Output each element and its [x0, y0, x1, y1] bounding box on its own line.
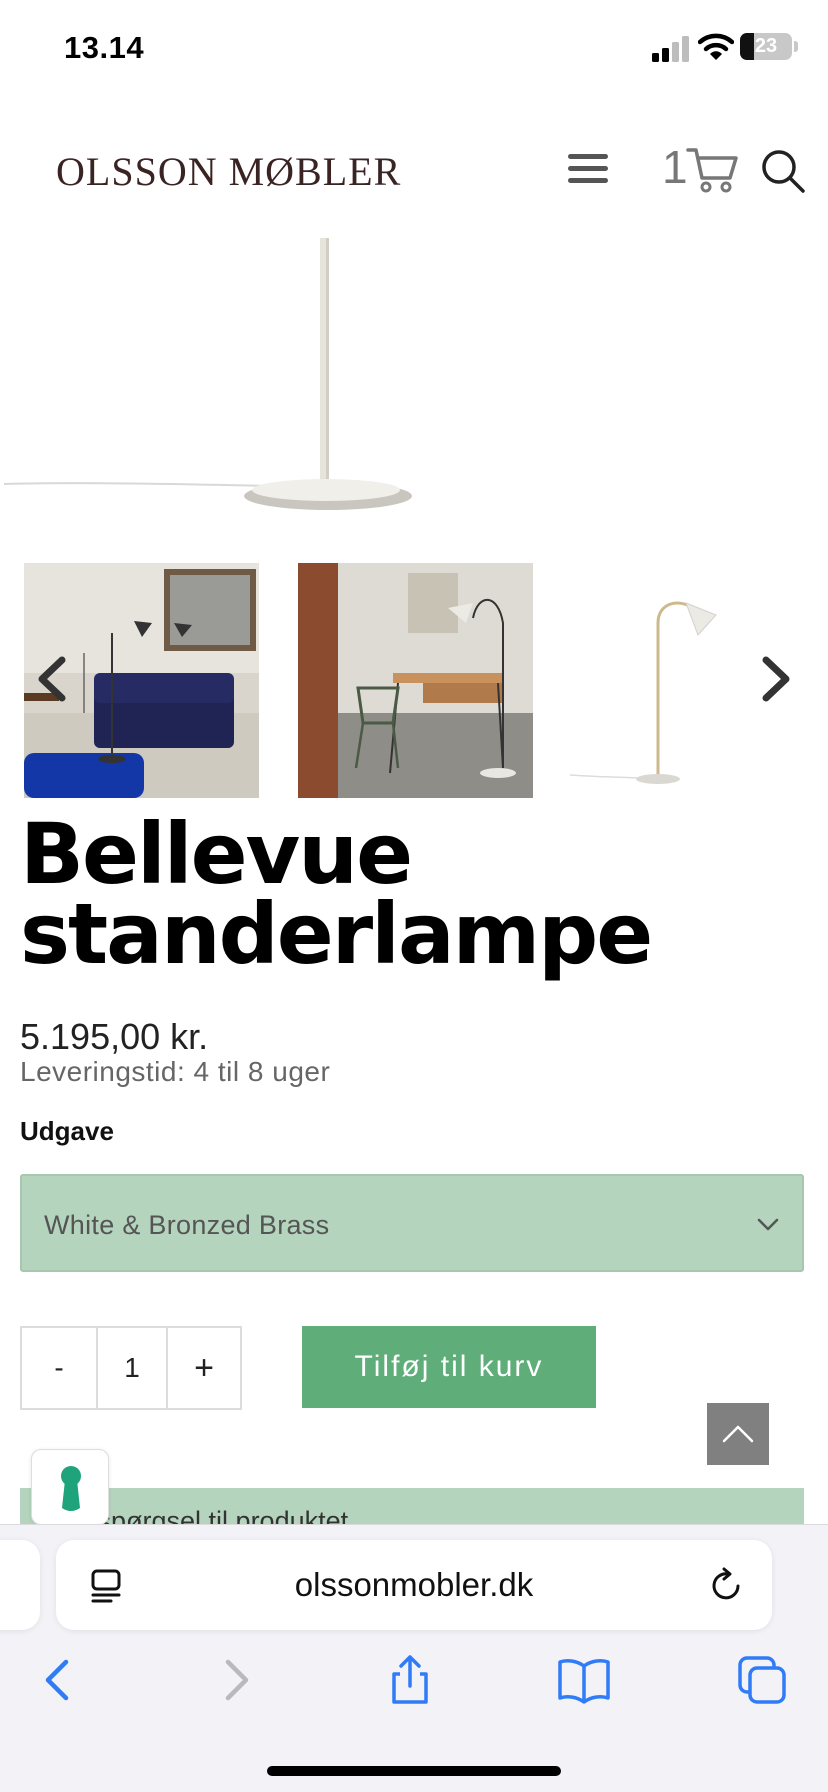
- product-price: 5.195,00 kr.: [20, 1016, 209, 1057]
- product-title: Bellevue standerlampe: [20, 805, 653, 983]
- delivery-time: Leveringstid: 4 til 8 uger: [20, 1056, 331, 1087]
- add-to-cart-button[interactable]: Tilføj til kurv: [302, 1326, 596, 1408]
- tabs-icon[interactable]: [734, 1652, 790, 1708]
- quantity-decrease-button[interactable]: -: [20, 1326, 98, 1410]
- variant-label: Udgave: [20, 1116, 114, 1146]
- quantity-increase-button[interactable]: +: [166, 1326, 242, 1410]
- keyhole-icon: [61, 1466, 81, 1511]
- back-icon[interactable]: [30, 1652, 86, 1708]
- chevron-up-icon: [722, 1425, 754, 1443]
- search-icon[interactable]: [760, 148, 806, 194]
- floating-widget-button[interactable]: [31, 1449, 109, 1525]
- battery-percentage: 23: [754, 35, 778, 57]
- product-inquiry-bar[interactable]: Forespørgsel til produktet: [20, 1488, 804, 1528]
- site-logo[interactable]: OLSSON MØBLER: [56, 148, 401, 195]
- product-hero-image[interactable]: [0, 234, 828, 524]
- hamburger-menu-icon[interactable]: [566, 152, 610, 186]
- share-icon[interactable]: [382, 1652, 438, 1708]
- carousel-prev-icon[interactable]: [34, 656, 70, 702]
- cart-icon[interactable]: [686, 146, 738, 194]
- quantity-input[interactable]: 1: [96, 1326, 168, 1410]
- product-thumbnail-2[interactable]: [298, 563, 533, 798]
- carousel-next-icon[interactable]: [758, 656, 794, 702]
- status-bar: 13.14 23: [0, 0, 828, 100]
- cellular-signal-icon: [652, 36, 689, 62]
- reload-icon[interactable]: [708, 1566, 744, 1604]
- variant-selected-value: White & Bronzed Brass: [44, 1210, 330, 1240]
- scroll-to-top-button[interactable]: [707, 1403, 769, 1465]
- variant-select[interactable]: White & Bronzed Brass: [20, 1174, 804, 1272]
- bookmarks-icon[interactable]: [556, 1652, 612, 1708]
- wifi-icon: [698, 33, 734, 60]
- home-indicator: [267, 1766, 561, 1776]
- cart-count[interactable]: 1: [662, 140, 688, 194]
- previous-tab-preview[interactable]: [0, 1540, 40, 1630]
- battery-icon: 23: [740, 33, 792, 60]
- status-time: 13.14: [64, 30, 145, 65]
- forward-icon[interactable]: [208, 1652, 264, 1708]
- url-text: olssonmobler.dk: [294, 1566, 534, 1603]
- address-bar[interactable]: olssonmobler.dk: [56, 1540, 772, 1630]
- chevron-down-icon: [757, 1218, 779, 1231]
